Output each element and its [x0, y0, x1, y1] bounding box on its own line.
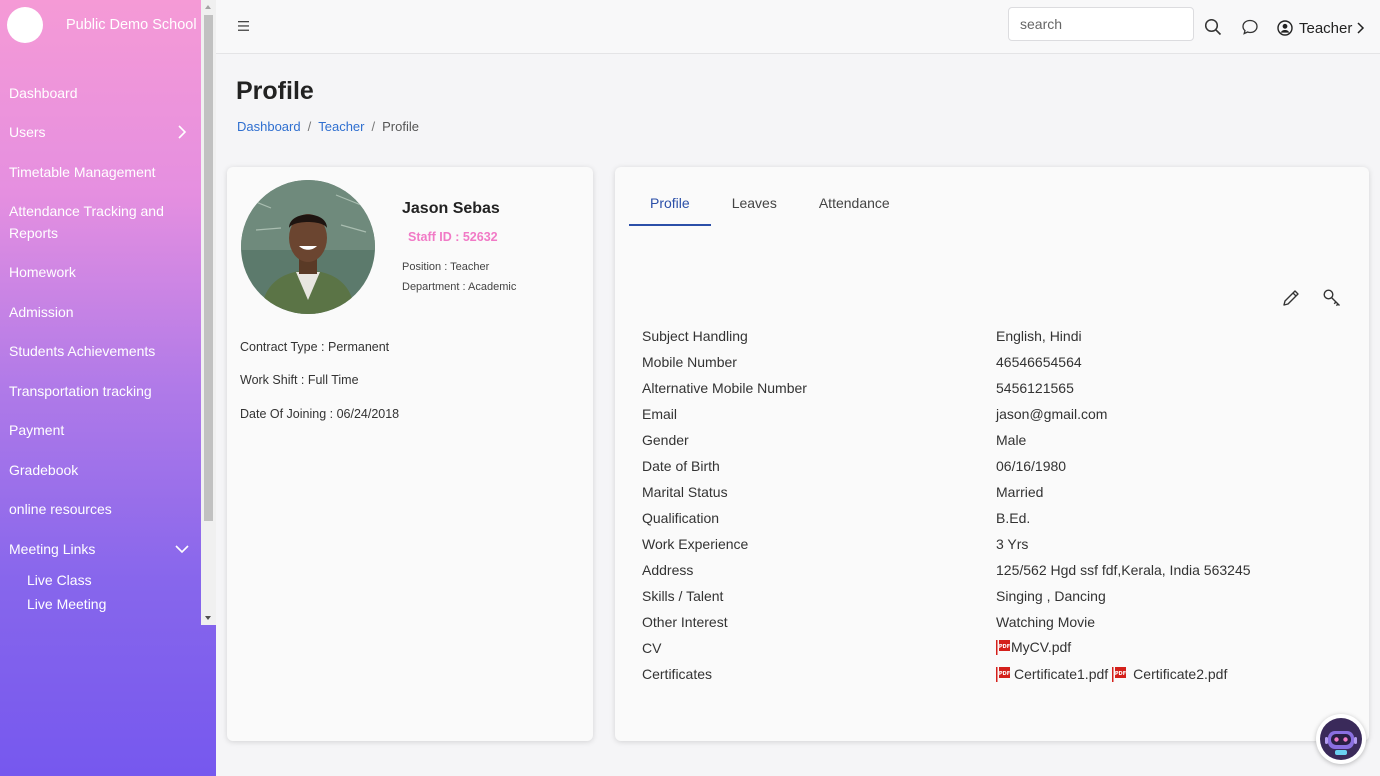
detail-label-skills: Skills / Talent — [642, 588, 724, 604]
breadcrumb-dashboard[interactable]: Dashboard — [237, 119, 301, 134]
detail-label-certificates: Certificates — [642, 666, 713, 682]
scroll-thumb[interactable] — [204, 15, 213, 521]
brand[interactable]: Public Demo School — [0, 0, 201, 52]
date-of-joining-text: Date Of Joining : 06/24/2018 — [240, 407, 400, 421]
pdf-file-icon: PDF — [1112, 666, 1127, 682]
detail-label-qualification: Qualification — [642, 510, 720, 526]
detail-value-experience: 3 Yrs — [996, 536, 1029, 552]
detail-label-experience: Work Experience — [642, 536, 749, 552]
profile-photo — [241, 180, 375, 314]
breadcrumb-current: Profile — [382, 119, 419, 134]
sidebar-item-users[interactable]: Users — [9, 121, 194, 143]
detail-value-gender: Male — [996, 432, 1027, 448]
sidebar-scrollbar[interactable] — [201, 0, 216, 625]
user-menu[interactable]: Teacher — [1277, 17, 1365, 39]
sidebar-item-payment[interactable]: Payment — [9, 419, 194, 441]
svg-text:PDF: PDF — [1115, 671, 1126, 677]
sidebar-item-admission[interactable]: Admission — [9, 301, 194, 323]
key-icon[interactable] — [1322, 288, 1342, 308]
breadcrumb-separator: / — [371, 119, 376, 134]
breadcrumb-teacher[interactable]: Teacher — [318, 119, 364, 134]
profile-summary-card: Jason Sebas Staff ID : 52632 Position : … — [227, 167, 593, 741]
detail-label-address: Address — [642, 562, 694, 578]
search-input[interactable] — [1008, 7, 1194, 41]
sidebar-item-meeting-links[interactable]: Meeting Links — [9, 538, 194, 560]
topbar: Teacher — [216, 0, 1380, 54]
contract-type-text: Contract Type : Permanent — [240, 340, 390, 354]
detail-value-marital: Married — [996, 484, 1044, 500]
pdf-file-icon: PDF — [996, 666, 1010, 682]
tab-leaves[interactable]: Leaves — [711, 189, 798, 226]
detail-value-subject: English, Hindi — [996, 328, 1082, 344]
profile-details-card: Profile Leaves Attendance Subject Handli… — [615, 167, 1369, 741]
work-shift-text: Work Shift : Full Time — [240, 373, 359, 387]
person-name: Jason Sebas — [402, 200, 500, 217]
svg-text:PDF: PDF — [999, 671, 1010, 677]
staff-id: Staff ID : 52632 — [408, 230, 498, 244]
sidebar: Public Demo School Dashboard Users Timet… — [0, 0, 216, 776]
detail-label-cv: CV — [642, 640, 662, 656]
chevron-right-icon — [178, 125, 187, 139]
certificate-file-link[interactable]: Certificate2.pdf — [1133, 666, 1227, 682]
chevron-right-icon — [1357, 22, 1365, 34]
svg-text:PDF: PDF — [999, 644, 1010, 650]
position-text: Position : Teacher — [402, 261, 490, 273]
sidebar-item-gradebook[interactable]: Gradebook — [9, 459, 194, 481]
breadcrumb: Dashboard / Teacher / Profile — [237, 119, 419, 134]
user-circle-icon — [1277, 20, 1293, 36]
detail-label-alt-mobile: Alternative Mobile Number — [642, 380, 807, 396]
page-title: Profile — [236, 77, 314, 105]
sidebar-item-online-resources[interactable]: online resources — [9, 498, 194, 520]
scroll-up-arrow[interactable] — [205, 5, 211, 9]
detail-value-email: jason@gmail.com — [996, 406, 1108, 422]
robot-icon — [1320, 718, 1362, 760]
chevron-down-icon — [175, 545, 189, 554]
detail-value-mobile: 46546654564 — [996, 354, 1082, 370]
sidebar-item-label: Users — [9, 124, 46, 140]
detail-value-qualification: B.Ed. — [996, 510, 1031, 526]
tab-attendance[interactable]: Attendance — [798, 189, 911, 226]
detail-label-email: Email — [642, 406, 678, 422]
detail-value-dob: 06/16/1980 — [996, 458, 1067, 474]
pdf-file-icon: PDF — [996, 639, 1010, 655]
sidebar-subitem-live-class[interactable]: Live Class — [27, 572, 92, 588]
chatbot-button[interactable] — [1316, 714, 1366, 764]
detail-label-dob: Date of Birth — [642, 458, 720, 474]
chat-icon[interactable] — [1241, 18, 1259, 36]
detail-label-marital: Marital Status — [642, 484, 728, 500]
detail-value-skills: Singing , Dancing — [996, 588, 1106, 604]
sidebar-item-timetable[interactable]: Timetable Management — [9, 161, 194, 183]
user-menu-label: Teacher — [1299, 19, 1353, 37]
sidebar-item-attendance[interactable]: Attendance Tracking and Reports — [9, 200, 194, 244]
detail-value-interest: Watching Movie — [996, 614, 1096, 630]
department-text: Department : Academic — [402, 281, 517, 293]
sidebar-item-transportation[interactable]: Transportation tracking — [9, 380, 194, 402]
scroll-down-arrow[interactable] — [205, 616, 211, 620]
sidebar-menu: Public Demo School Dashboard Users Timet… — [0, 0, 201, 625]
cv-file-link[interactable]: MyCV.pdf — [1011, 639, 1071, 655]
detail-value-certificates: PDF Certificate1.pdf PDF Certificate2.pd… — [996, 666, 1231, 682]
detail-value-alt-mobile: 5456121565 — [996, 380, 1074, 396]
sidebar-subitem-live-meeting[interactable]: Live Meeting — [27, 596, 106, 612]
detail-label-interest: Other Interest — [642, 614, 728, 630]
menu-icon[interactable] — [238, 20, 249, 32]
detail-value-address: 125/562 Hgd ssf fdf,Kerala, India 563245 — [996, 562, 1251, 578]
tab-profile[interactable]: Profile — [629, 189, 711, 226]
breadcrumb-separator: / — [307, 119, 312, 134]
sidebar-item-achievements[interactable]: Students Achievements — [9, 340, 194, 362]
sidebar-item-homework[interactable]: Homework — [9, 261, 194, 283]
edit-pencil-icon[interactable] — [1281, 288, 1301, 308]
sidebar-item-label: Meeting Links — [9, 541, 96, 557]
detail-label-gender: Gender — [642, 432, 689, 448]
brand-name: Public Demo School — [66, 17, 197, 33]
search-icon[interactable] — [1204, 18, 1222, 36]
detail-label-mobile: Mobile Number — [642, 354, 737, 370]
sidebar-item-dashboard[interactable]: Dashboard — [9, 82, 194, 104]
school-logo — [7, 7, 43, 43]
profile-tabs: Profile Leaves Attendance — [629, 189, 911, 226]
certificate-file-link[interactable]: Certificate1.pdf — [1014, 666, 1108, 682]
detail-label-subject: Subject Handling — [642, 328, 748, 344]
detail-value-cv: PDF MyCV.pdf — [996, 639, 1075, 655]
